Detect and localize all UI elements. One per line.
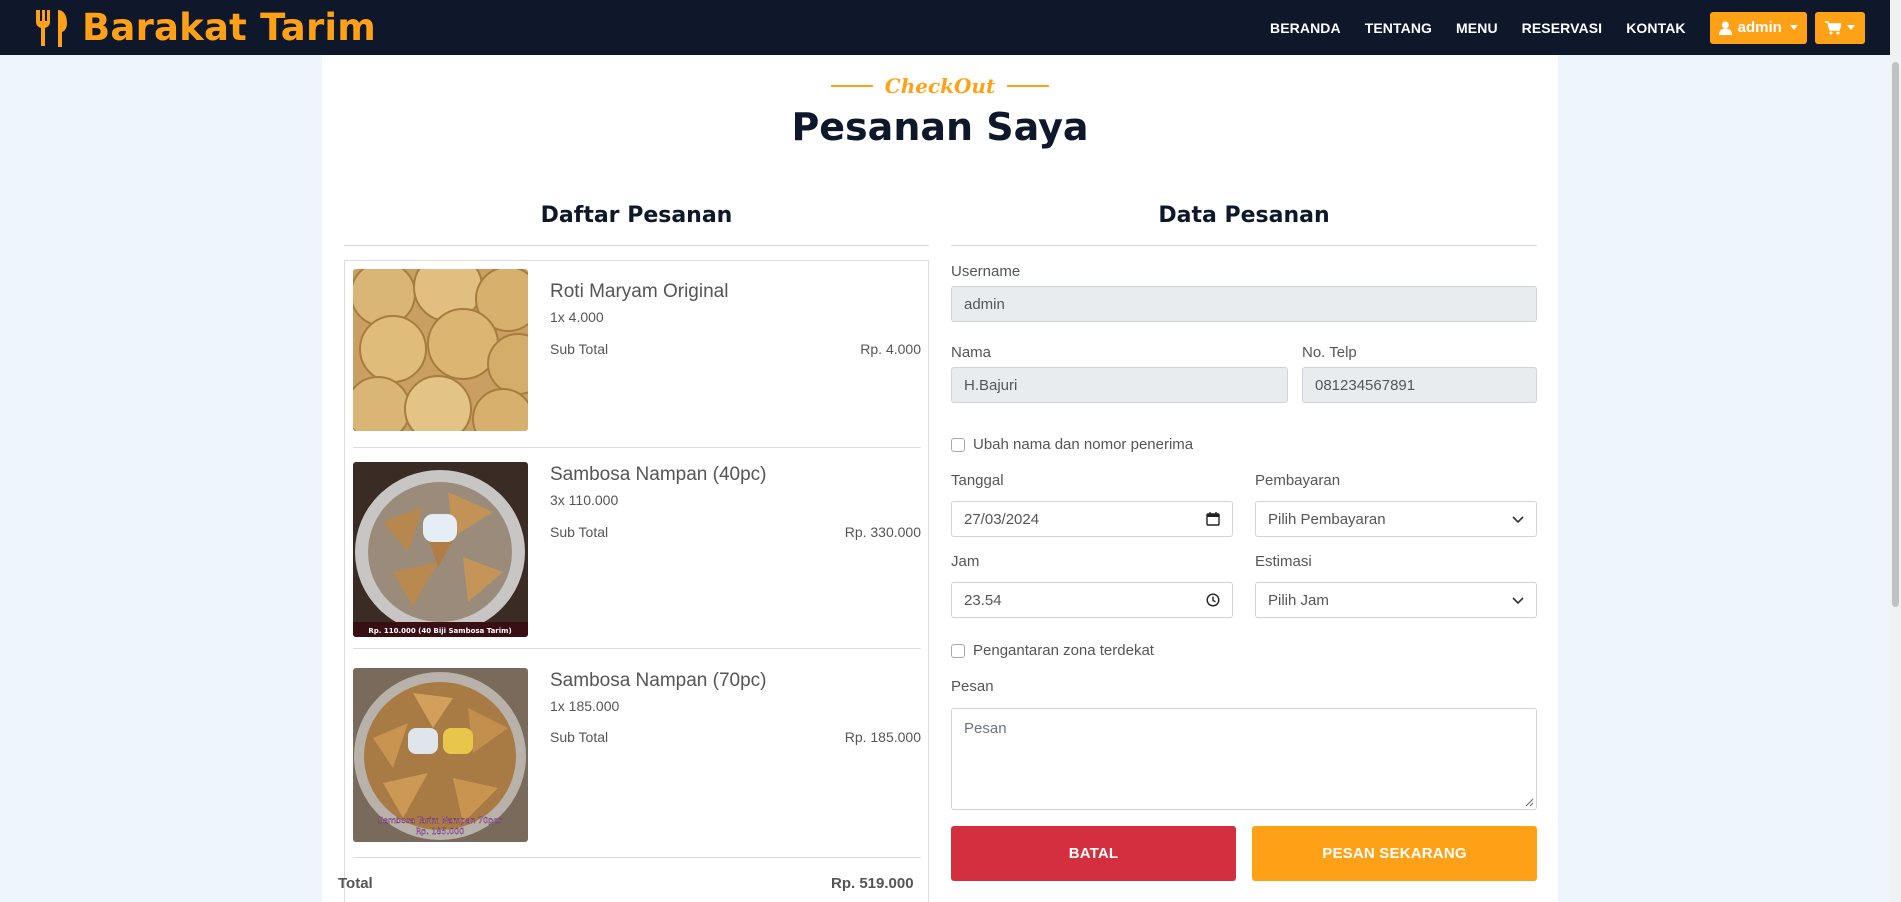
total-value: Rp. 519.000: [831, 875, 914, 892]
subtotal-value: Rp. 4.000: [860, 341, 921, 357]
delivery-checkbox[interactable]: Pengantaran zona terdekat: [951, 642, 1154, 659]
estimate-select[interactable]: Pilih Jam: [1255, 582, 1537, 618]
nav-link-beranda[interactable]: BERANDA: [1270, 20, 1341, 36]
nav-link-reservasi[interactable]: RESERVASI: [1522, 20, 1603, 36]
subtitle-text: CheckOut: [884, 74, 996, 98]
cancel-button[interactable]: BATAL: [951, 826, 1236, 881]
cart-icon: [1824, 20, 1841, 34]
order-now-button[interactable]: PESAN SEKARANG: [1252, 826, 1537, 881]
username-field[interactable]: admin: [951, 286, 1537, 322]
subtotal-value: Rp. 185.000: [844, 729, 921, 745]
item-name: Sambosa Nampan (70pc): [550, 670, 767, 691]
checkbox-label: Pengantaran zona terdekat: [973, 642, 1154, 659]
divider: [344, 245, 929, 246]
phone-field[interactable]: 081234567891: [1302, 367, 1537, 403]
chevron-down-icon: [1789, 25, 1798, 30]
divider: [353, 447, 921, 448]
checkbox-label: Ubah nama dan nomor penerima: [973, 436, 1194, 453]
page-title: Pesanan Saya: [791, 105, 1089, 149]
brand-link[interactable]: Barakat Tarim: [34, 6, 376, 49]
item-quantity: 1x 185.000: [550, 698, 620, 714]
form-title: Data Pesanan: [1158, 203, 1330, 228]
list-item: Sambosa Tarim Nampan 70pcs Rp. 185.000 S…: [353, 668, 921, 858]
section-subtitle: CheckOut: [322, 74, 1558, 98]
username-label: Username: [951, 263, 1021, 280]
list-item: Roti Maryam Original 1x 4.000 Sub Total …: [353, 269, 921, 449]
time-value: 23.54: [964, 591, 1002, 609]
list-item: Rp. 110.000 (40 Biji Sambosa Tarim) Samb…: [353, 462, 921, 652]
subtotal-label: Sub Total: [550, 729, 609, 745]
message-textarea[interactable]: Pesan: [951, 708, 1537, 810]
time-label: Jam: [951, 553, 980, 570]
item-name: Roti Maryam Original: [550, 281, 729, 302]
subtotal-label: Sub Total: [550, 524, 609, 540]
nav-link-menu[interactable]: MENU: [1456, 20, 1498, 36]
user-menu-button[interactable]: admin: [1709, 11, 1807, 44]
phone-label: No. Telp: [1302, 344, 1357, 361]
divider: [353, 857, 921, 858]
nav-link-kontak[interactable]: KONTAK: [1626, 20, 1685, 36]
divider: [951, 245, 1537, 246]
subtotal-label: Sub Total: [550, 341, 609, 357]
message-label: Pesan: [951, 678, 994, 695]
date-value: 27/03/2024: [964, 510, 1040, 528]
brand-name: Barakat Tarim: [82, 6, 377, 49]
product-image: Rp. 110.000 (40 Biji Sambosa Tarim): [353, 462, 528, 637]
payment-value: Pilih Pembayaran: [1268, 510, 1386, 528]
estimate-value: Pilih Jam: [1268, 591, 1329, 609]
divider: [1007, 85, 1050, 87]
divider: [353, 648, 921, 649]
total-label: Total: [338, 875, 373, 892]
estimate-label: Estimasi: [1255, 553, 1312, 570]
scrollbar[interactable]: [1890, 0, 1901, 902]
calendar-icon[interactable]: [1206, 512, 1220, 526]
nav-menu: BERANDA TENTANG MENU RESERVASI KONTAK ad…: [1270, 0, 1873, 55]
date-label: Tanggal: [951, 472, 1004, 489]
user-name: admin: [1737, 19, 1782, 36]
time-input[interactable]: 23.54: [951, 582, 1233, 618]
image-caption: Sambosa Tarim Nampan 70pcs: [378, 816, 502, 825]
change-recipient-checkbox[interactable]: Ubah nama dan nomor penerima: [951, 436, 1193, 453]
payment-label: Pembayaran: [1255, 472, 1341, 489]
nav-link-tentang[interactable]: TENTANG: [1365, 20, 1432, 36]
checkout-container: CheckOut Pesanan Saya Daftar Pesanan Rot…: [322, 55, 1558, 902]
resize-handle-icon[interactable]: [1524, 797, 1534, 807]
chevron-down-icon: [1512, 597, 1524, 605]
name-field[interactable]: H.Bajuri: [951, 367, 1288, 403]
chevron-down-icon: [1512, 516, 1524, 524]
product-image: [353, 269, 528, 431]
utensils-icon: [35, 9, 67, 47]
image-caption: Rp. 110.000 (40 Biji Sambosa Tarim): [368, 627, 511, 635]
checkbox-box[interactable]: [951, 643, 965, 658]
order-list: Roti Maryam Original 1x 4.000 Sub Total …: [344, 260, 929, 902]
checkbox-box[interactable]: [951, 437, 965, 452]
item-name: Sambosa Nampan (40pc): [550, 464, 767, 485]
cart-button[interactable]: [1814, 11, 1865, 44]
date-input[interactable]: 27/03/2024: [951, 501, 1233, 537]
name-label: Nama: [951, 344, 992, 361]
navbar: Barakat Tarim BERANDA TENTANG MENU RESER…: [0, 0, 1890, 55]
image-caption: Rp. 185.000: [416, 827, 465, 836]
item-quantity: 3x 110.000: [550, 492, 619, 508]
scrollbar-thumb[interactable]: [1892, 62, 1899, 607]
divider: [830, 85, 873, 87]
item-quantity: 1x 4.000: [550, 309, 604, 325]
product-image: Sambosa Tarim Nampan 70pcs Rp. 185.000: [353, 668, 528, 842]
chevron-down-icon: [1846, 25, 1855, 30]
payment-select[interactable]: Pilih Pembayaran: [1255, 501, 1537, 537]
user-icon: [1718, 21, 1732, 35]
message-placeholder: Pesan: [964, 720, 1007, 737]
clock-icon[interactable]: [1206, 593, 1220, 607]
subtotal-value: Rp. 330.000: [844, 524, 921, 540]
order-list-title: Daftar Pesanan: [540, 203, 733, 228]
